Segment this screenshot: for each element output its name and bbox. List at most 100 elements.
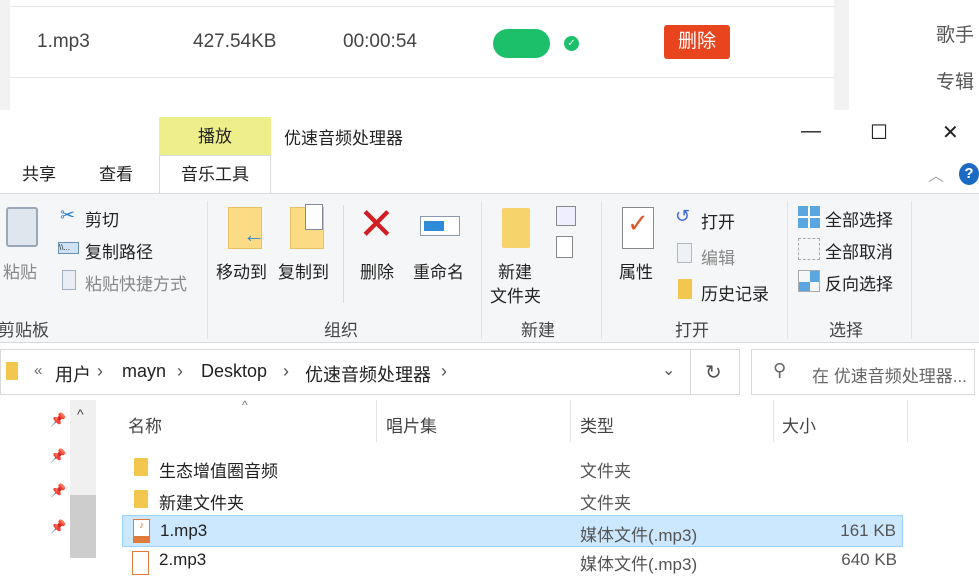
collapse-ribbon-icon[interactable]: ︿	[928, 162, 944, 186]
clipboard-group-label: 剪贴板	[0, 321, 49, 340]
file-type: 媒体文件(.mp3)	[580, 555, 698, 574]
new-group-label: 新建	[521, 321, 555, 340]
pin-icon[interactable]: 📌	[50, 483, 66, 499]
new-folder-line2[interactable]: 文件夹	[490, 282, 541, 307]
chevron-right-icon[interactable]: ›	[283, 361, 289, 382]
web-file-size: 427.54KB	[193, 31, 277, 52]
pin-icon[interactable]: 📌	[50, 448, 66, 464]
file-name: 生态增值圈音频	[159, 462, 278, 481]
help-icon[interactable]: ?	[959, 163, 979, 185]
column-album[interactable]: 唱片集	[386, 412, 437, 437]
file-type: 文件夹	[580, 494, 631, 513]
chevron-right-icon[interactable]: ›	[97, 361, 103, 382]
open-group-label: 打开	[675, 321, 709, 340]
copy-to-button[interactable]: 复制到	[278, 258, 329, 283]
search-input[interactable]: 在 优速音频处理器...	[812, 362, 967, 387]
history-dropdown-icon[interactable]: ⌄	[662, 360, 675, 380]
column-divider[interactable]	[376, 400, 377, 442]
rename-button[interactable]: 重命名	[413, 258, 464, 283]
folder-icon	[134, 490, 148, 508]
column-size[interactable]: 大小	[782, 412, 816, 437]
pin-icon[interactable]: 📌	[50, 412, 66, 428]
select-none-icon	[798, 238, 820, 260]
column-divider[interactable]	[773, 400, 774, 442]
cut-button[interactable]: 剪切	[85, 206, 119, 231]
ribbon-delete-button[interactable]: 删除	[360, 258, 394, 283]
edit-icon	[677, 243, 692, 263]
copy-to-icon	[290, 204, 324, 249]
delete-button[interactable]: 删除	[664, 25, 730, 59]
column-name[interactable]: 名称	[128, 412, 162, 437]
overflow-icon[interactable]: «	[34, 362, 42, 379]
copy-path-button[interactable]: 复制路径	[85, 238, 153, 263]
new-folder-icon	[502, 208, 530, 248]
close-button[interactable]: ✕	[942, 120, 959, 145]
file-name: 2.mp3	[159, 550, 207, 569]
web-file-name: 1.mp3	[37, 31, 90, 52]
album-label: 专辑	[936, 72, 975, 93]
tab-view[interactable]: 查看	[99, 160, 133, 193]
scissors-icon: ✂	[60, 205, 76, 225]
paste-icon	[6, 207, 38, 247]
breadcrumb-desktop[interactable]: Desktop	[201, 361, 267, 382]
file-size: 161 KB	[840, 521, 896, 540]
sort-ascending-icon: ^	[242, 398, 248, 412]
folder-icon	[134, 458, 148, 476]
breadcrumb-folder[interactable]: 优速音频处理器	[305, 361, 431, 387]
window-title: 优速音频处理器	[284, 129, 403, 148]
maximize-button[interactable]: ☐	[870, 120, 888, 145]
history-icon	[678, 279, 692, 299]
paste-button[interactable]: 粘贴	[3, 258, 37, 283]
select-all-button[interactable]: 全部选择	[825, 206, 893, 231]
select-all-icon	[798, 206, 820, 228]
breadcrumb-mayn[interactable]: mayn	[122, 361, 166, 382]
mp3-file-icon: ♪	[133, 519, 150, 543]
web-duration: 00:00:54	[343, 31, 417, 52]
column-type[interactable]: 类型	[580, 412, 614, 437]
chevron-right-icon[interactable]: ›	[177, 361, 183, 382]
edit-button[interactable]: 编辑	[701, 244, 735, 269]
new-folder-line1[interactable]: 新建	[498, 258, 532, 283]
folder-icon	[6, 362, 18, 380]
invert-selection-button[interactable]: 反向选择	[825, 270, 893, 295]
delete-icon: ✕	[358, 200, 395, 249]
column-divider[interactable]	[570, 400, 571, 442]
tab-share[interactable]: 共享	[22, 160, 56, 193]
scroll-up-icon[interactable]: ^	[77, 406, 84, 422]
pin-icon[interactable]: 📌	[50, 519, 66, 535]
select-none-button[interactable]: 全部取消	[825, 238, 893, 263]
context-tab-play[interactable]: 播放	[159, 117, 271, 155]
file-row-selected[interactable]: ♪ 1.mp3 媒体文件(.mp3) 161 KB	[122, 515, 903, 547]
properties-icon: ✓	[622, 207, 654, 249]
open-icon: ↺	[675, 206, 691, 226]
move-to-button[interactable]: 移动到	[216, 258, 267, 283]
breadcrumb-users[interactable]: 用户	[55, 361, 91, 387]
move-to-icon: ←	[228, 207, 265, 249]
tab-music-tools[interactable]: 音乐工具	[159, 155, 271, 194]
properties-button[interactable]: 属性	[619, 258, 653, 283]
minimize-button[interactable]: —	[801, 120, 821, 143]
easy-access-icon[interactable]	[556, 236, 573, 258]
file-row[interactable]: 生态增值圈音频 文件夹	[122, 452, 903, 484]
open-button[interactable]: 打开	[701, 208, 735, 233]
divider	[690, 350, 691, 394]
select-group-label: 选择	[829, 321, 863, 340]
organize-group-label: 组织	[324, 321, 358, 340]
invert-selection-icon	[798, 270, 820, 292]
search-icon: ⚲	[773, 360, 787, 380]
file-name: 1.mp3	[160, 521, 208, 540]
file-row[interactable]: 新建文件夹 文件夹	[122, 484, 903, 516]
column-divider[interactable]	[907, 400, 908, 442]
mp3-file-icon	[132, 551, 149, 575]
scrollbar-thumb[interactable]	[70, 495, 96, 558]
file-type: 媒体文件(.mp3)	[580, 526, 698, 545]
history-button[interactable]: 历史记录	[701, 280, 769, 305]
status-toggle[interactable]	[493, 29, 550, 58]
file-row[interactable]: 2.mp3 媒体文件(.mp3) 640 KB	[122, 548, 903, 580]
paste-shortcut-button[interactable]: 粘贴快捷方式	[85, 270, 187, 295]
refresh-icon[interactable]: ↻	[705, 360, 722, 385]
divider	[343, 205, 344, 303]
new-item-icon[interactable]	[556, 206, 576, 226]
chevron-right-icon[interactable]: ›	[441, 361, 447, 382]
file-type: 文件夹	[580, 462, 631, 481]
